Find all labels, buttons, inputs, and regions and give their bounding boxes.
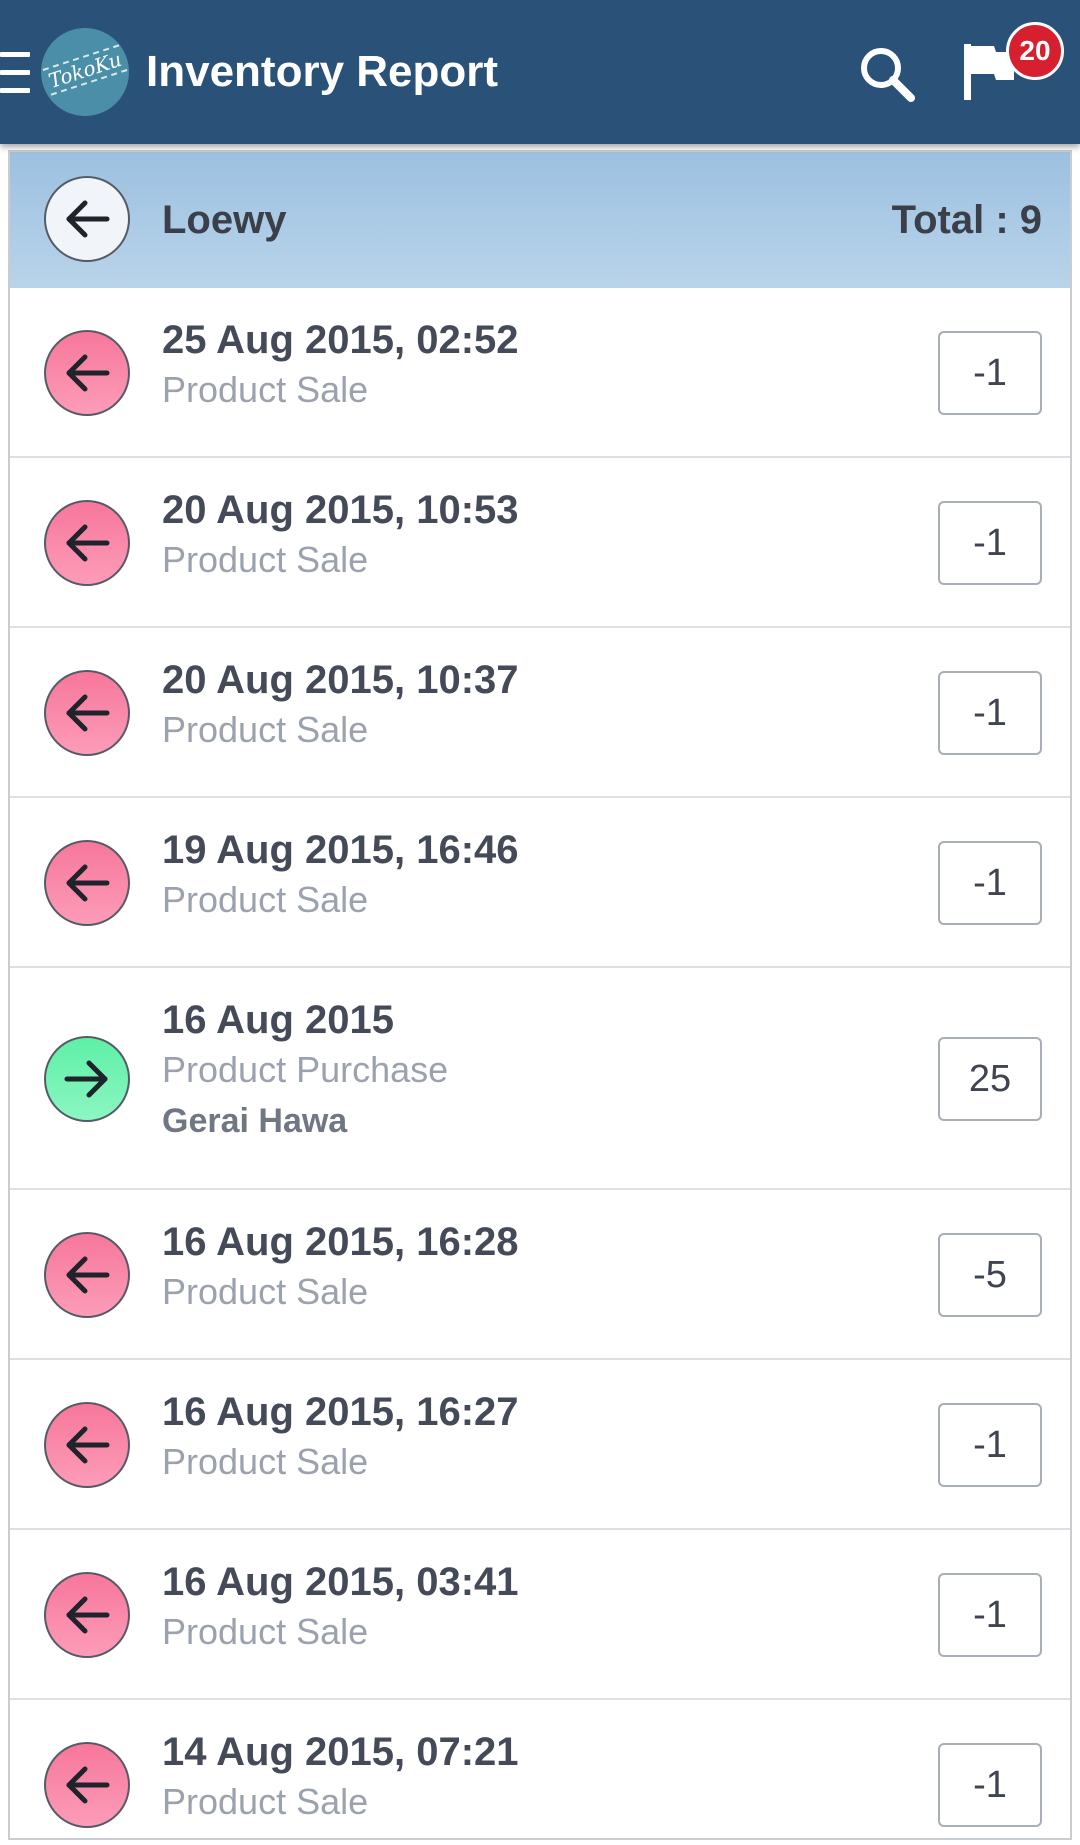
sale-indicator [44, 1742, 130, 1828]
arrow-left-icon [66, 1426, 110, 1464]
arrow-left-icon [66, 864, 110, 902]
transaction-row[interactable]: 16 Aug 2015 Product Purchase Gerai Hawa 25 [10, 968, 1070, 1190]
purchase-indicator [44, 1036, 130, 1122]
sale-indicator [44, 670, 130, 756]
quantity-box: -1 [938, 1403, 1042, 1487]
sale-indicator [44, 500, 130, 586]
quantity-box: -1 [938, 841, 1042, 925]
transaction-row[interactable]: 16 Aug 2015, 16:27 Product Sale -1 [10, 1360, 1070, 1530]
transaction-row[interactable]: 20 Aug 2015, 10:53 Product Sale -1 [10, 458, 1070, 628]
transaction-row[interactable]: 20 Aug 2015, 10:37 Product Sale -1 [10, 628, 1070, 798]
transaction-type: Product Purchase [162, 1049, 449, 1090]
inventory-card: Loewy Total : 9 25 Aug 2015, 02:52 Produc… [8, 150, 1072, 1840]
search-icon[interactable] [855, 42, 919, 106]
transaction-type: Product Sale [162, 1781, 369, 1822]
transaction-date: 16 Aug 2015 [162, 998, 394, 1042]
transaction-type: Product Sale [162, 1611, 369, 1652]
quantity-box: -1 [938, 331, 1042, 415]
quantity-box: -5 [938, 1233, 1042, 1317]
product-name: Loewy [162, 198, 287, 242]
quantity-box: -1 [938, 1743, 1042, 1827]
transaction-date: 20 Aug 2015, 10:37 [162, 658, 519, 702]
transaction-type: Product Sale [162, 709, 369, 750]
arrow-left-icon [66, 524, 110, 562]
transaction-date: 16 Aug 2015, 16:27 [162, 1390, 519, 1434]
total-count: Total : 9 [891, 198, 1042, 242]
transaction-row[interactable]: 19 Aug 2015, 16:46 Product Sale -1 [10, 798, 1070, 968]
transaction-date: 14 Aug 2015, 07:21 [162, 1730, 519, 1774]
transaction-row[interactable]: 16 Aug 2015, 03:41 Product Sale -1 [10, 1530, 1070, 1700]
transaction-date: 16 Aug 2015, 03:41 [162, 1560, 519, 1604]
quantity-box: 25 [938, 1037, 1042, 1121]
sale-indicator [44, 840, 130, 926]
sale-indicator [44, 1232, 130, 1318]
quantity-box: -1 [938, 501, 1042, 585]
transaction-date: 25 Aug 2015, 02:52 [162, 318, 519, 362]
arrow-left-icon [66, 694, 110, 732]
transaction-type: Product Sale [162, 1441, 369, 1482]
tokoku-logo: TokoKu [41, 28, 129, 116]
transaction-type: Product Sale [162, 1271, 369, 1312]
transaction-row[interactable]: 14 Aug 2015, 07:21 Product Sale -1 [10, 1700, 1070, 1838]
app-bar: TokoKu Inventory Report 20 [0, 0, 1080, 144]
page-title: Inventory Report [146, 47, 499, 96]
transaction-date: 20 Aug 2015, 10:53 [162, 488, 519, 532]
supplier-name: Gerai Hawa [162, 1102, 348, 1140]
quantity-box: -1 [938, 671, 1042, 755]
back-button[interactable] [44, 176, 130, 262]
transaction-type: Product Sale [162, 539, 369, 580]
arrow-left-icon [66, 1256, 110, 1294]
arrow-left-icon [66, 1596, 110, 1634]
notification-badge[interactable]: 20 [1006, 22, 1064, 80]
transaction-date: 19 Aug 2015, 16:46 [162, 828, 519, 872]
sale-indicator [44, 1402, 130, 1488]
transaction-type: Product Sale [162, 879, 369, 920]
sale-indicator [44, 330, 130, 416]
arrow-left-icon [66, 1766, 110, 1804]
arrow-left-icon [66, 200, 110, 238]
sale-indicator [44, 1572, 130, 1658]
hamburger-menu-icon[interactable] [0, 50, 32, 96]
transaction-row[interactable]: 25 Aug 2015, 02:52 Product Sale -1 [10, 288, 1070, 458]
transaction-date: 16 Aug 2015, 16:28 [162, 1220, 519, 1264]
arrow-right-icon [64, 1060, 108, 1098]
product-header: Loewy Total : 9 [10, 152, 1070, 288]
transaction-row[interactable]: 16 Aug 2015, 16:28 Product Sale -5 [10, 1190, 1070, 1360]
arrow-left-icon [66, 354, 110, 392]
transaction-type: Product Sale [162, 369, 369, 410]
logo-text: TokoKu [42, 44, 128, 96]
quantity-box: -1 [938, 1573, 1042, 1657]
